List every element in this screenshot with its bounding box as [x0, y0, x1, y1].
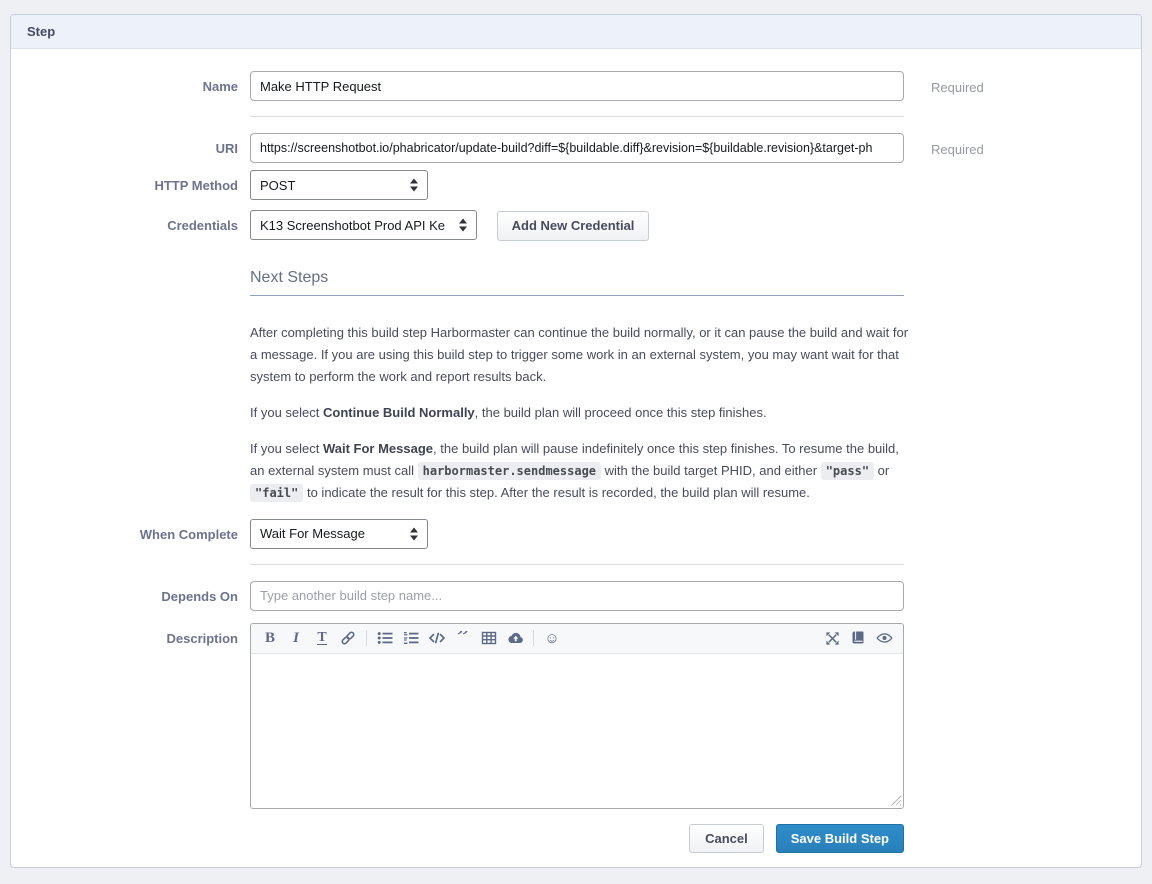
toolbar-separator	[366, 630, 367, 646]
remarkup-toolbar: B I T	[251, 624, 903, 654]
toolbar-button-monospace[interactable]: T	[309, 625, 335, 651]
paragraph-text: If you select	[250, 441, 323, 456]
paragraph-text: or	[874, 463, 889, 478]
help-paragraph: After completing this build step Harborm…	[250, 322, 910, 388]
uri-field-row: URI Required	[11, 133, 1141, 163]
form-actions: Cancel Save Build Step	[11, 824, 904, 853]
paragraph-text: , the build plan will proceed once this …	[475, 405, 767, 420]
bold-icon: B	[265, 630, 275, 647]
inline-code: "fail"	[250, 484, 303, 502]
toolbar-button-code-block[interactable]	[424, 625, 450, 651]
panel-header: Step	[11, 15, 1141, 49]
toolbar-button-preview[interactable]	[871, 625, 897, 651]
remarkup-editor: B I T	[250, 623, 904, 809]
divider	[250, 116, 904, 117]
http-method-selected-value: POST	[260, 178, 295, 193]
link-icon	[340, 630, 356, 646]
toolbar-button-numbered-list[interactable]	[398, 625, 424, 651]
http-method-select[interactable]: POST	[250, 170, 428, 200]
bulleted-list-icon	[377, 630, 393, 646]
help-paragraph: If you select Continue Build Normally, t…	[250, 402, 910, 424]
monospace-icon: T	[317, 631, 326, 645]
select-arrows-icon	[410, 179, 418, 192]
toolbar-button-italic[interactable]: I	[283, 625, 309, 651]
credentials-select[interactable]: K13 Screenshotbot Prod API Ke	[250, 210, 477, 240]
book-icon	[850, 630, 866, 646]
toolbar-button-bold[interactable]: B	[257, 625, 283, 651]
help-paragraph: If you select Wait For Message, the buil…	[250, 438, 910, 504]
cloud-upload-icon	[507, 630, 524, 646]
quote-icon: ”	[457, 631, 469, 645]
when-complete-row: When Complete Wait For Message	[11, 519, 1141, 549]
add-new-credential-button[interactable]: Add New Credential	[497, 211, 650, 241]
toolbar-button-upload[interactable]	[502, 625, 528, 651]
http-method-label: HTTP Method	[11, 170, 250, 193]
save-build-step-button[interactable]: Save Build Step	[776, 824, 904, 853]
toolbar-button-table[interactable]	[476, 625, 502, 651]
paragraph-text: with the build target PHID, and either	[601, 463, 821, 478]
credentials-label: Credentials	[11, 210, 250, 233]
cancel-button[interactable]: Cancel	[689, 824, 764, 853]
depends-on-label: Depends On	[11, 581, 250, 604]
when-complete-select[interactable]: Wait For Message	[250, 519, 428, 549]
uri-label: URI	[11, 133, 250, 156]
name-field-row: Name Required	[11, 71, 1141, 101]
numbered-list-icon	[403, 630, 419, 646]
table-icon	[481, 630, 497, 646]
toolbar-button-bulleted-list[interactable]	[372, 625, 398, 651]
depends-on-row: Depends On	[11, 581, 1141, 611]
description-textarea[interactable]	[251, 654, 903, 808]
uri-input[interactable]	[250, 133, 904, 163]
toolbar-separator	[533, 630, 534, 646]
when-complete-label: When Complete	[11, 519, 250, 542]
when-complete-selected-value: Wait For Message	[260, 526, 365, 541]
toolbar-button-help[interactable]	[845, 625, 871, 651]
toolbar-button-emoji[interactable]: ☺	[539, 625, 565, 651]
bold-text: Continue Build Normally	[323, 405, 475, 420]
emoji-icon: ☺	[544, 631, 559, 646]
paragraph-text: to indicate the result for this step. Af…	[303, 485, 810, 500]
italic-icon: I	[293, 630, 299, 647]
divider	[250, 564, 904, 565]
name-label: Name	[11, 71, 250, 94]
name-input[interactable]	[250, 71, 904, 101]
select-arrows-icon	[410, 527, 418, 540]
eye-icon	[876, 630, 893, 646]
toolbar-button-quote[interactable]: ”	[450, 625, 476, 651]
paragraph-text: After completing this build step Harborm…	[250, 325, 908, 384]
inline-code: "pass"	[821, 462, 874, 480]
toolbar-button-link[interactable]	[335, 625, 361, 651]
toolbar-right-group	[819, 625, 897, 651]
inline-code: harbormaster.sendmessage	[418, 462, 601, 480]
bold-text: Wait For Message	[323, 441, 433, 456]
http-method-row: HTTP Method POST	[11, 170, 1141, 200]
depends-on-input[interactable]	[250, 581, 904, 611]
select-arrows-icon	[459, 219, 467, 232]
required-note: Required	[904, 71, 984, 95]
paragraph-text: If you select	[250, 405, 323, 420]
section-heading: Next Steps	[250, 269, 904, 296]
toolbar-button-fullscreen[interactable]	[819, 625, 845, 651]
build-step-form: Name Required URI Required HTTP Method P…	[11, 49, 1141, 867]
description-label: Description	[11, 623, 250, 646]
code-block-icon	[429, 630, 445, 646]
panel-title: Step	[27, 24, 55, 39]
step-panel: Step Name Required URI Required HTTP Met…	[10, 14, 1142, 868]
credentials-selected-value: K13 Screenshotbot Prod API Ke	[260, 218, 445, 233]
fullscreen-icon	[825, 631, 840, 646]
required-note: Required	[904, 133, 984, 157]
description-row: Description B I T	[11, 623, 1141, 809]
credentials-row: Credentials K13 Screenshotbot Prod API K…	[11, 210, 1141, 241]
